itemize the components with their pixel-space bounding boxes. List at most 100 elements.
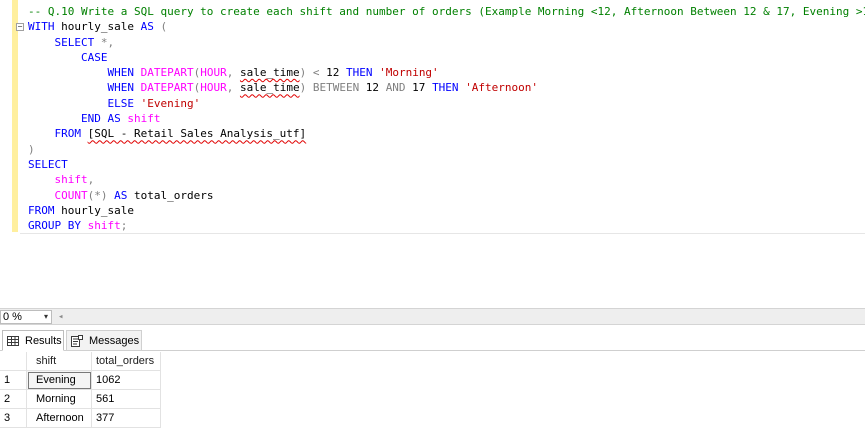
- code-token: [SQL - Retail Sales Analysis_utf]: [87, 127, 307, 141]
- code-token: SELECT: [54, 35, 95, 49]
- code-line[interactable]: FROM [SQL - Retail Sales Analysis_utf]: [28, 126, 865, 141]
- cell-shift[interactable]: Morning: [26, 389, 92, 409]
- code-token: shift: [87, 219, 121, 233]
- code-token: WHEN: [107, 66, 134, 80]
- code-token: COUNT: [54, 188, 88, 202]
- column-header-shift[interactable]: shift: [26, 352, 92, 371]
- code-token: -- Q.10 Write a SQL query to create each…: [28, 5, 865, 18]
- scroll-left-icon[interactable]: ◂: [58, 310, 63, 324]
- row-number-header[interactable]: [0, 352, 27, 371]
- cell-total-orders[interactable]: 561: [91, 389, 161, 409]
- results-tab-bar: Results Messages: [0, 325, 865, 351]
- code-token: ;: [120, 219, 128, 233]
- code-token: total_orders: [127, 188, 214, 202]
- code-token: GROUP BY: [28, 219, 81, 233]
- code-line[interactable]: FROM hourly_sale: [28, 203, 865, 218]
- cell-shift[interactable]: Afternoon: [26, 408, 92, 428]
- code-token: WHEN: [107, 81, 134, 95]
- zoom-dropdown[interactable]: 0 % ▾: [0, 310, 52, 324]
- code-line[interactable]: GROUP BY shift;: [28, 218, 865, 233]
- code-line[interactable]: shift,: [28, 172, 865, 187]
- code-token: 12: [359, 81, 386, 95]
- ssms-query-window: -- Q.10 Write a SQL query to create each…: [0, 0, 865, 439]
- code-token: WITH: [28, 20, 55, 34]
- code-line[interactable]: ): [28, 142, 865, 157]
- table-row: 3 Afternoon 377: [0, 408, 161, 428]
- query-editor[interactable]: -- Q.10 Write a SQL query to create each…: [0, 0, 865, 308]
- code-token: AS: [107, 112, 121, 126]
- tab-messages-label: Messages: [89, 334, 140, 347]
- code-token: FROM: [28, 203, 55, 217]
- editor-end-line: [20, 233, 865, 234]
- code-token: AS: [140, 20, 154, 34]
- cell-total-orders[interactable]: 377: [91, 408, 161, 428]
- zoom-value: 0 %: [3, 311, 22, 323]
- code-token: 'Morning': [379, 66, 439, 80]
- table-row: 1 Evening 1062: [0, 370, 161, 390]
- tab-messages[interactable]: Messages: [66, 330, 142, 351]
- code-line[interactable]: WHEN DATEPART(HOUR, sale_time) < 12 THEN…: [28, 65, 865, 80]
- code-token: 'Afternoon': [465, 81, 539, 95]
- code-token: hourly_sale: [54, 20, 141, 34]
- chevron-down-icon[interactable]: ▾: [44, 311, 48, 323]
- code-token: AS: [114, 188, 128, 202]
- code-line[interactable]: COUNT(*) AS total_orders: [28, 188, 865, 203]
- results-grid-pane: shift total_orders 1 Evening 1062 2 Morn…: [0, 351, 865, 439]
- code-line[interactable]: END AS shift: [28, 111, 865, 126]
- code-token: shift: [54, 173, 88, 187]
- grid-header-row: shift total_orders: [0, 352, 161, 371]
- code-token: ELSE: [107, 96, 134, 110]
- tab-results[interactable]: Results: [2, 330, 64, 351]
- code-line[interactable]: SELECT *,: [28, 35, 865, 50]
- code-token: sale_time: [239, 66, 300, 80]
- code-token: *,: [100, 35, 115, 49]
- change-tracking-bar: [12, 0, 18, 232]
- cell-total-orders[interactable]: 1062: [91, 370, 161, 390]
- code-token: FROM: [54, 127, 82, 141]
- code-token: THEN: [432, 81, 459, 95]
- code-token: END: [80, 112, 101, 126]
- column-header-total-orders[interactable]: total_orders: [91, 352, 161, 371]
- sql-code[interactable]: -- Q.10 Write a SQL query to create each…: [28, 4, 865, 233]
- messages-icon: [71, 334, 83, 347]
- code-line[interactable]: SELECT: [28, 157, 865, 172]
- code-token: AND: [385, 81, 406, 95]
- tab-results-label: Results: [25, 334, 62, 347]
- code-line[interactable]: ELSE 'Evening': [28, 96, 865, 111]
- code-token: THEN: [345, 66, 373, 80]
- grid-icon: [7, 335, 19, 346]
- collapse-cte-icon[interactable]: [16, 23, 24, 31]
- code-token: BETWEEN: [312, 81, 360, 95]
- code-line[interactable]: WITH hourly_sale AS (: [28, 19, 865, 34]
- code-token: sale_time: [239, 81, 300, 95]
- code-token: SELECT: [28, 157, 68, 171]
- cell-shift[interactable]: Evening: [26, 370, 92, 390]
- code-token: (: [160, 20, 168, 34]
- code-token: 'Evening': [140, 96, 201, 110]
- code-token: (*): [87, 188, 108, 202]
- code-token: 12: [319, 66, 346, 80]
- row-number[interactable]: 3: [0, 408, 27, 428]
- code-line[interactable]: -- Q.10 Write a SQL query to create each…: [28, 4, 865, 19]
- code-line[interactable]: CASE: [28, 50, 865, 65]
- code-token: CASE: [80, 50, 108, 64]
- table-row: 2 Morning 561: [0, 389, 161, 409]
- row-number[interactable]: 1: [0, 370, 27, 390]
- code-line[interactable]: WHEN DATEPART(HOUR, sale_time) BETWEEN 1…: [28, 80, 865, 95]
- code-token: ,: [87, 173, 95, 187]
- row-number[interactable]: 2: [0, 389, 27, 409]
